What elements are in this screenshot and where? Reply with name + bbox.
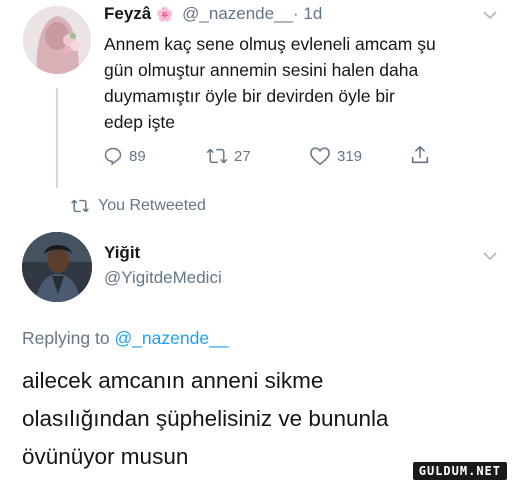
retweet-icon [206,148,228,164]
retweet-notice: You Retweeted [70,197,206,215]
avatar-feyza[interactable] [23,6,91,74]
avatar-image [23,6,91,74]
tweet1-line: Annem kaç sene olmuş evleneli amcam şu [104,34,436,54]
tweet1-line: edep işte [104,112,176,132]
share-icon [411,145,429,164]
watermark-logo: GULDUM.NET [412,462,507,480]
heart-icon [310,147,330,166]
tweet1-time[interactable]: · 1d [293,4,322,23]
avatar-image [22,232,92,302]
tweet1-text: Annem kaç sene olmuş evleneli amcam şu g… [104,31,436,135]
tweet2-display-name[interactable]: Yiğit [104,243,140,263]
retweet-button[interactable]: 27 [206,146,251,166]
retweet-notice-text: You Retweeted [98,197,206,214]
tweet1-display-name[interactable]: Feyzâ [104,4,151,23]
share-button[interactable] [409,144,431,166]
tweet1-handle[interactable]: @_nazende__ [182,4,293,23]
reply-icon [104,147,122,166]
replying-to-prefix: Replying to [22,328,110,348]
thread-line [56,88,58,188]
replying-to-handle[interactable]: @_nazende__ [114,328,228,348]
tweet2-line: olasılığından şüphelisiniz ve bununla [22,406,389,431]
retweet-count: 27 [234,147,251,165]
tweet1-line: duymamıştır öyle bir devirden öyle bir [104,86,395,106]
flower-icon: 🌸 [155,6,174,22]
tweet1-line: gün olmuştur annemin sesini halen daha [104,60,419,80]
tweet2-text: ailecek amcanın anneni sikme olasılığınd… [22,362,389,476]
chevron-down-icon[interactable] [482,10,498,20]
reply-button[interactable]: 89 [103,146,146,166]
tweet2-line: övünüyor musun [22,444,189,469]
avatar-yigit[interactable] [22,232,92,302]
replying-to: Replying to @_nazende__ [22,328,229,349]
tweet2-line: ailecek amcanın anneni sikme [22,368,324,393]
tweet1-header: Feyzâ 🌸 @_nazende__· 1d [104,4,322,24]
chevron-down-icon[interactable] [482,251,498,261]
retweet-small-icon [71,199,89,213]
like-count: 319 [337,147,363,165]
reply-count: 89 [129,147,146,165]
tweet2-handle[interactable]: @YigitdeMedici [104,268,222,288]
like-button[interactable]: 319 [309,146,362,166]
